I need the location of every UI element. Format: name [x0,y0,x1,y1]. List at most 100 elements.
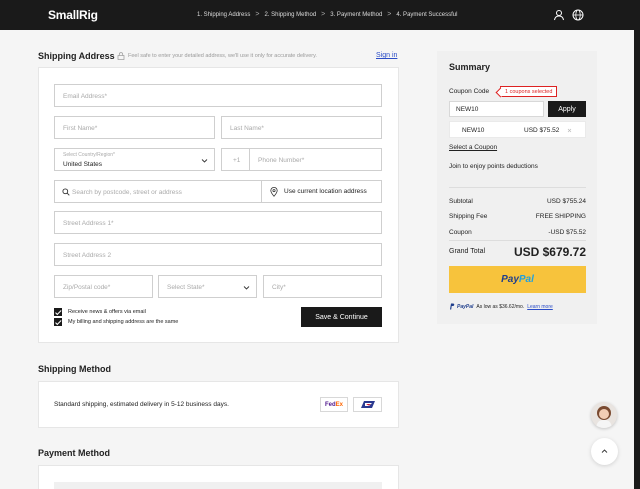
step-separator: > [321,11,326,18]
coupon-input[interactable]: NEW10 [449,101,544,117]
country-label: Select Country/Region* [63,152,115,158]
address-search-placeholder: Search by postcode, street or address [72,189,182,196]
fedex-fd: Fed [324,401,336,408]
usps-logo [353,397,382,412]
paypal-button[interactable]: Pay Pal [449,266,586,293]
news-checkbox-row[interactable]: Receive news & offers via email [54,308,146,316]
last-name-placeholder: Last Name* [230,125,264,132]
checkout-steps: 1. Shipping Address > 2. Shipping Method… [197,11,457,18]
paypal-pay: Pay [501,274,519,285]
subtotal-label: Subtotal [449,198,473,205]
summary-divider [449,240,586,241]
smallrig-logo[interactable]: SmallRig [48,8,98,22]
coupon-item-amount: USD $75.52 [524,127,560,134]
coupon-item-code: NEW10 [462,127,485,134]
paypal-note-brand: PayPal [457,303,474,310]
coupons-selected-badge: 1 coupons selected [500,86,558,97]
shipping-method-text: Standard shipping, estimated delivery in… [54,401,229,408]
billing-checkbox[interactable] [54,318,62,326]
close-icon[interactable] [567,128,572,133]
news-checkbox[interactable] [54,308,62,316]
last-name-field[interactable]: Last Name* [221,116,382,139]
globe-icon[interactable] [572,9,584,21]
news-checkbox-label: Receive news & offers via email [68,309,146,315]
paypal-pal: Pal [518,274,534,285]
street-address-2-placeholder: Street Address 2 [63,252,112,259]
coupon-label: Coupon [449,229,472,236]
paypal-credit-note: PayPal As low as $36.62/mo. Learn more [449,303,553,310]
coupons-selected-text: 1 coupons selected [505,88,553,95]
chevron-down-icon [201,159,208,163]
search-divider [261,181,262,202]
chevron-up-icon [601,449,608,453]
user-icon[interactable] [553,9,565,21]
paypal-note-text: As low as $36.62/mo. [476,303,525,310]
summary-title: Summary [449,62,491,72]
grand-total-value: USD $679.72 [513,245,586,259]
state-select[interactable]: Select State* [158,275,257,298]
coupon-code-label: Coupon Code [449,88,490,95]
address-hint-text: Feel safe to enter your detailed address… [128,53,317,59]
shipping-fee-value: FREE SHIPPING [535,213,586,220]
zip-field[interactable]: Zip/Postal code* [54,275,153,298]
fedex-logo: FedEx [320,397,348,412]
zip-placeholder: Zip/Postal code* [63,284,111,291]
city-field[interactable]: City* [263,275,382,298]
phone-placeholder: Phone Number* [258,157,305,164]
summary-divider [449,187,586,188]
country-value: United States [63,161,103,168]
apply-coupon-button[interactable]: Apply [548,101,586,117]
search-icon [62,188,70,196]
step-shipping-address: 1. Shipping Address [197,11,251,18]
paypal-icon [450,303,455,310]
back-to-top-button[interactable] [591,438,618,465]
shipping-address-panel [38,67,399,343]
email-field[interactable]: Email Address* [54,84,382,107]
coupon-value: -USD $75.52 [548,229,586,236]
street-address-2-field[interactable]: Street Address 2 [54,243,382,266]
step-shipping-method: 2. Shipping Method [264,11,317,18]
phone-code: +1 [233,157,241,164]
subtotal-value: USD $755.24 [546,198,586,205]
city-placeholder: City* [272,284,286,291]
grand-total-label: Grand Total [449,248,486,255]
first-name-placeholder: First Name* [63,125,98,132]
scrollbar[interactable] [634,30,640,489]
learn-more-link[interactable]: Learn more [527,304,553,310]
select-coupon-link[interactable]: Select a Coupon [449,144,497,151]
phone-field[interactable]: +1 Phone Number* [221,148,382,171]
use-location-button[interactable]: Use current location address [284,188,367,195]
address-hint: Feel safe to enter your detailed address… [117,52,317,60]
save-continue-button[interactable]: Save & Continue [301,307,382,327]
state-placeholder: Select State* [167,284,205,291]
billing-checkbox-row[interactable]: My billing and shipping address are the … [54,318,178,326]
billing-checkbox-label: My billing and shipping address are the … [68,319,179,325]
lock-icon [117,52,125,60]
chevron-down-icon [243,286,250,290]
support-agent-icon [596,406,612,428]
step-separator: > [387,11,392,18]
payment-option-placeholder[interactable] [54,482,382,489]
step-payment-successful: 4. Payment Successful [396,11,458,18]
first-name-field[interactable]: First Name* [54,116,215,139]
shipping-address-title: Shipping Address [38,51,115,61]
step-separator: > [255,11,260,18]
location-pin-icon[interactable] [270,187,278,197]
support-avatar[interactable] [591,402,617,428]
points-deduction-text[interactable]: Join to enjoy points deductions [449,163,538,170]
payment-method-title: Payment Method [38,448,111,458]
street-address-1-field[interactable]: Street Address 1* [54,211,382,234]
usps-eagle-icon [360,401,375,408]
sign-in-link[interactable]: Sign in [376,52,397,59]
coupon-item[interactable]: NEW10 USD $75.52 [449,121,586,138]
shipping-method-title: Shipping Method [38,364,111,374]
address-search-field[interactable]: Search by postcode, street or address Us… [54,180,382,203]
country-select[interactable]: Select Country/Region* United States [54,148,215,171]
phone-divider [249,149,250,170]
step-payment-method: 3. Payment Method [330,11,383,18]
fedex-ex: Ex [335,401,343,408]
email-placeholder: Email Address* [63,93,108,100]
top-header: SmallRig 1. Shipping Address > 2. Shippi… [0,0,640,30]
street-address-1-placeholder: Street Address 1* [63,220,114,227]
shipping-fee-label: Shipping Fee [449,213,488,220]
